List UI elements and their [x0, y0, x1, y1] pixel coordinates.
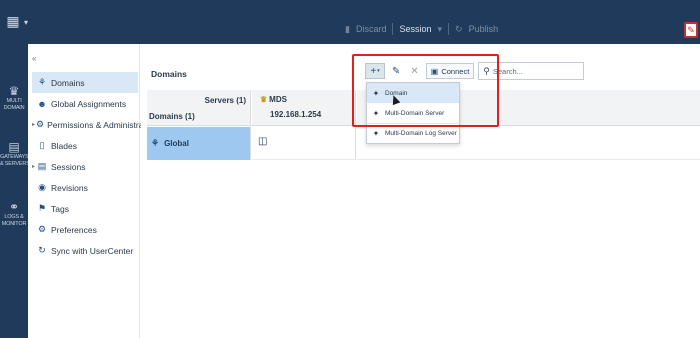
delete-button[interactable]: ✕ [407, 63, 421, 79]
sidebar: « ⚘ Domains ☻ Global Assignments ▸ ⚙ Per… [28, 44, 158, 338]
discard-button[interactable]: Discard [356, 24, 387, 34]
server-name: MDS [269, 95, 287, 104]
chevron-down-icon[interactable]: ▾ [24, 18, 28, 27]
gauge-icon: ⚭ [8, 200, 20, 214]
sidebar-item-label: Domains [51, 77, 85, 88]
publish-icon: ↻ [455, 23, 463, 34]
server-column-header[interactable]: ♛ MDS 192.168.1.254 [252, 90, 356, 126]
plus-icon: ✦ [372, 88, 380, 98]
rail-label: LOGS & [4, 214, 24, 220]
menu-item-multi-domain-server[interactable]: ✦ Multi-Domain Server [367, 103, 459, 123]
sidebar-item-blades[interactable]: ▯ Blades [32, 135, 138, 156]
rail-item-multi-domain[interactable]: ♛ MULTI DOMAIN [0, 84, 28, 112]
collapse-icon[interactable]: « [32, 54, 36, 63]
session-controls: ▮ Discard Session ▾ ↻ Publish [345, 22, 498, 36]
row-label: Global [164, 139, 189, 148]
add-button[interactable]: + ▾ [365, 63, 385, 79]
divider [392, 23, 394, 35]
rail-label: & SERVERS [0, 161, 28, 167]
rail-label: DOMAIN [3, 105, 25, 111]
gear-icon: ⚙ [36, 119, 45, 129]
sidebar-item-label: Tags [51, 203, 69, 214]
toolbar: + ▾ ✎ ✕ ▣ Connect ⚲ Search... [365, 62, 585, 80]
sidebar-item-revisions[interactable]: ◉ Revisions [32, 177, 138, 198]
user-icon: ☻ [37, 98, 47, 109]
tag-icon: ⚑ [37, 203, 47, 213]
plus-icon: ✦ [372, 129, 380, 138]
sidebar-item-permissions[interactable]: ▸ ⚙ Permissions & Administrators [32, 114, 158, 135]
chevron-down-icon[interactable]: ▾ [438, 24, 443, 35]
expand-icon[interactable]: ▸ [32, 121, 35, 128]
app-window: ▦ ▾ ▮ Discard Session ▾ ↻ Publish ✎ ♛ MU… [0, 0, 700, 338]
sidebar-nav: ⚘ Domains ☻ Global Assignments ▸ ⚙ Permi… [32, 72, 158, 261]
publish-button[interactable]: Publish [469, 24, 499, 34]
app-menu-icon[interactable]: ▦ [4, 12, 22, 30]
edit-button[interactable]: ✎ [389, 63, 403, 79]
divider [448, 23, 450, 35]
sidebar-item-sessions[interactable]: ▸ ▤ Sessions [32, 156, 138, 177]
expand-icon[interactable]: ▸ [32, 163, 35, 170]
preferences-icon: ⚙ [37, 224, 47, 234]
sidebar-item-label: Revisions [51, 182, 88, 193]
search-icon: ⚲ [483, 65, 490, 76]
menu-item-domain[interactable]: ✦ Domain [367, 83, 459, 103]
grid-cell[interactable]: ◫ [252, 127, 356, 160]
pencil-icon: ✎ [392, 65, 401, 77]
sidebar-item-tags[interactable]: ⚑ Tags [32, 198, 138, 219]
rail-label: MULTI [6, 98, 22, 104]
rail-label: GATEWAYS [0, 154, 28, 160]
sync-icon: ↻ [38, 245, 46, 255]
menu-item-label: Multi-Domain Log Server [385, 130, 457, 137]
left-rail: ♛ MULTI DOMAIN ▤ GATEWAYS & SERVERS ⚭ LO… [0, 44, 28, 338]
server-icon: ▤ [8, 140, 20, 154]
database-icon: ◫ [258, 136, 268, 147]
sidebar-item-label: Sync with UserCenter [51, 245, 134, 256]
sidebar-item-global-assignments[interactable]: ☻ Global Assignments [32, 93, 138, 114]
search-input[interactable]: ⚲ Search... [478, 62, 585, 80]
sidebar-item-domains[interactable]: ⚘ Domains [32, 72, 138, 93]
menu-item-label: Multi-Domain Server [385, 109, 445, 117]
close-icon: ✕ [410, 65, 419, 77]
page-title: Domains [151, 69, 187, 79]
plus-icon: ✦ [372, 108, 380, 118]
top-bar: ▦ ▾ ▮ Discard Session ▾ ↻ Publish ✎ [0, 0, 700, 44]
rail-item-gateways[interactable]: ▤ GATEWAYS & SERVERS [0, 140, 28, 168]
chevron-down-icon: ▾ [377, 68, 380, 74]
sidebar-item-label: Sessions [51, 161, 86, 172]
add-dropdown-menu: ✦ Domain ✦ Multi-Domain Server ✦ Multi-D… [366, 82, 460, 144]
session-button[interactable]: Session [399, 24, 431, 34]
table-row[interactable]: ⚘ Global [147, 127, 251, 160]
plus-icon: + [370, 65, 377, 77]
servers-header: Servers (1) [204, 96, 246, 105]
sidebar-item-label: Preferences [51, 224, 97, 235]
clipboard-icon[interactable]: ✎ [684, 22, 698, 38]
server-ip: 192.168.1.254 [270, 110, 322, 119]
search-placeholder: Search... [492, 66, 523, 76]
menu-item-multi-domain-log-server[interactable]: ✦ Multi-Domain Log Server [367, 123, 459, 143]
connect-icon: ▣ [430, 66, 439, 76]
revisions-icon: ◉ [38, 182, 46, 192]
connect-button[interactable]: ▣ Connect [425, 63, 475, 79]
server-icon: ♛ [260, 95, 268, 104]
domains-icon: ⚘ [151, 138, 160, 148]
sidebar-item-label: Blades [51, 140, 77, 151]
sidebar-item-label: Global Assignments [51, 98, 127, 109]
rail-item-logs-monitor[interactable]: ⚭ LOGS & MONITOR [0, 200, 28, 228]
sidebar-item-preferences[interactable]: ⚙ Preferences [32, 219, 138, 240]
sidebar-item-sync-usercenter[interactable]: ↻ Sync with UserCenter [32, 240, 138, 261]
grid-corner-header: Servers (1) Domains (1) [147, 90, 251, 126]
discard-icon: ▮ [345, 23, 350, 34]
blades-icon: ▯ [39, 140, 45, 150]
connect-label: Connect [441, 66, 470, 76]
crown-icon: ♛ [8, 84, 20, 98]
domains-header: Domains (1) [149, 112, 195, 121]
sessions-icon: ▤ [37, 161, 47, 171]
rail-label: MONITOR [1, 221, 27, 227]
domains-icon: ⚘ [37, 77, 47, 87]
